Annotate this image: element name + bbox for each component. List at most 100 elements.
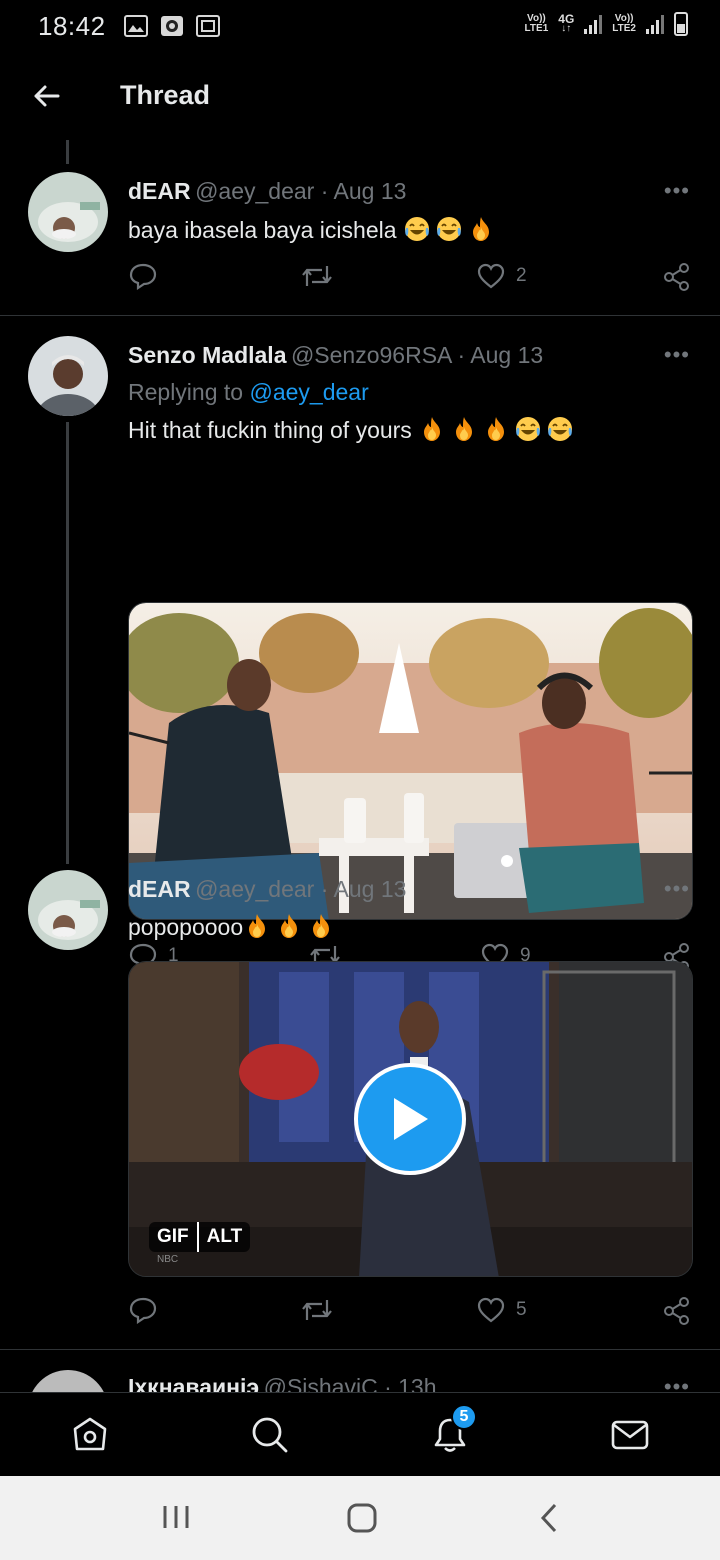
retweet-button[interactable] — [300, 262, 344, 290]
mail-icon — [611, 1420, 649, 1450]
recents-button[interactable] — [160, 1502, 192, 1537]
retweet-icon — [302, 1300, 332, 1320]
reply-button[interactable] — [128, 262, 168, 290]
status-notification-icons — [123, 15, 220, 37]
system-back-button[interactable] — [538, 1502, 560, 1539]
tweet-text-row: popopoooo — [128, 912, 339, 941]
fire-emoji-icon — [418, 415, 446, 443]
nav-messages[interactable] — [610, 1415, 650, 1455]
recents-icon — [163, 1506, 189, 1528]
more-options-button[interactable]: ••• — [664, 1374, 690, 1392]
tweet-gif[interactable]: GIF ALT NBC — [128, 961, 693, 1277]
chevron-left-icon — [540, 1503, 557, 1533]
fire-emoji-icon — [275, 912, 303, 940]
display-name[interactable]: Senzo Madlala — [128, 342, 286, 368]
play-icon — [394, 1098, 428, 1140]
tweet-card[interactable]: Senzo Madlala @Senzo96RSA · Aug 13 ••• R… — [0, 316, 720, 971]
more-options-button[interactable]: ••• — [664, 876, 690, 902]
share-button[interactable] — [662, 1296, 692, 1326]
search-icon — [252, 1417, 288, 1453]
tweet-header: dEAR @aey_dear · Aug 13 — [128, 876, 406, 903]
heart-icon — [477, 263, 505, 289]
share-icon — [664, 1297, 689, 1325]
display-name[interactable]: dEAR — [128, 876, 191, 902]
thread-connector — [66, 422, 69, 864]
sim1-label: Vo)) LTE1 — [524, 13, 549, 34]
alt-badge[interactable]: ALT — [199, 1222, 251, 1252]
status-time: 18:42 — [38, 10, 106, 41]
notifications-badge: 5 — [451, 1404, 477, 1430]
top-app-bar: Thread — [0, 52, 720, 140]
tweet-header: Ixкнаваиніэ @SishaviC · 13h — [128, 1374, 437, 1392]
share-button[interactable] — [662, 262, 692, 292]
tweet-header: dEAR @aey_dear · Aug 13 — [128, 178, 406, 205]
like-button[interactable]: 2 — [476, 262, 527, 290]
handle-date: @SishaviC · 13h — [263, 1374, 437, 1392]
signal-icon — [584, 14, 603, 34]
avatar[interactable] — [28, 1370, 108, 1392]
tweet-text: baya ibasela baya icishela — [128, 217, 397, 243]
back-button[interactable] — [26, 76, 66, 116]
like-button[interactable]: 5 — [476, 1296, 527, 1324]
like-count: 2 — [516, 265, 527, 286]
reply-icon — [129, 1297, 157, 1324]
tweet-card[interactable]: dEAR @aey_dear · Aug 13 ••• baya ibasela… — [0, 140, 720, 316]
bottom-navigation — [0, 1392, 720, 1476]
nav-home[interactable] — [70, 1415, 110, 1455]
handle-date: @aey_dear · Aug 13 — [195, 876, 407, 902]
status-bar: 18:42 Vo)) LTE1 4G ↓↑ Vo)) LTE2 — [0, 0, 720, 52]
thread-feed[interactable]: dEAR @aey_dear · Aug 13 ••• baya ibasela… — [0, 140, 720, 1392]
emoji-row — [418, 417, 578, 443]
fire-emoji-icon — [467, 215, 495, 243]
system-navigation-bar — [0, 1476, 720, 1560]
replying-to: Replying to @aey_dear — [128, 379, 369, 405]
tweet-actions: 2 — [128, 262, 694, 302]
network-type: 4G ↓↑ — [558, 12, 575, 34]
tweet-actions: 5 — [128, 1296, 694, 1336]
tweet-text-row: baya ibasela baya icishela — [128, 215, 499, 244]
fire-emoji-icon — [482, 415, 510, 443]
signal-icon-2 — [646, 14, 664, 34]
retweet-icon — [302, 266, 332, 286]
laugh-cry-emoji-icon — [514, 415, 542, 443]
media-watermark: NBC — [157, 1254, 179, 1265]
nav-search[interactable] — [250, 1415, 290, 1455]
home-button[interactable] — [346, 1502, 378, 1539]
fire-emoji-icon — [450, 415, 478, 443]
laugh-cry-emoji-icon — [403, 215, 431, 243]
status-right-icons: Vo)) LTE1 4G ↓↑ Vo)) LTE2 — [525, 12, 688, 36]
home-outline-icon — [347, 1503, 377, 1533]
gallery-icon — [123, 15, 148, 37]
handle-date: @aey_dear · Aug 13 — [195, 178, 407, 204]
reply-button[interactable] — [128, 1296, 168, 1324]
battery-icon — [674, 12, 688, 36]
page-title: Thread — [120, 80, 211, 110]
more-options-button[interactable]: ••• — [664, 342, 690, 368]
handle-date: @Senzo96RSA · Aug 13 — [290, 342, 544, 368]
avatar[interactable] — [28, 870, 108, 950]
tweet-text: popopoooo — [128, 914, 244, 940]
laugh-cry-emoji-icon — [546, 415, 574, 443]
replying-to-handle[interactable]: @aey_dear — [249, 379, 368, 405]
tweet-card[interactable]: Ixкнаваиніэ @SishaviC · 13h ••• — [0, 1350, 720, 1392]
retweet-button[interactable] — [300, 1296, 344, 1324]
app-icon — [160, 16, 183, 36]
sim2-label: Vo)) LTE2 — [612, 13, 636, 34]
share-icon — [664, 263, 689, 291]
display-name[interactable]: dEAR — [128, 178, 191, 204]
display-name[interactable]: Ixкнаваиніэ — [128, 1374, 259, 1392]
reply-icon — [129, 263, 157, 290]
tweet-text-row: Hit that fuckin thing of yours — [128, 415, 578, 444]
avatar[interactable] — [28, 336, 108, 416]
tweet-header: Senzo Madlala @Senzo96RSA · Aug 13 — [128, 342, 543, 369]
play-button[interactable] — [354, 1063, 466, 1175]
tweet-card[interactable]: dEAR @aey_dear · Aug 13 ••• popopoooo GI… — [0, 864, 720, 1350]
fire-emoji-icon — [307, 912, 335, 940]
heart-icon — [477, 1297, 505, 1323]
media-badges: GIF ALT — [149, 1222, 251, 1252]
more-options-button[interactable]: ••• — [664, 178, 690, 204]
avatar[interactable] — [28, 172, 108, 252]
like-count: 5 — [516, 1299, 527, 1320]
tweet-text: Hit that fuckin thing of yours — [128, 417, 412, 443]
laugh-cry-emoji-icon — [435, 215, 463, 243]
